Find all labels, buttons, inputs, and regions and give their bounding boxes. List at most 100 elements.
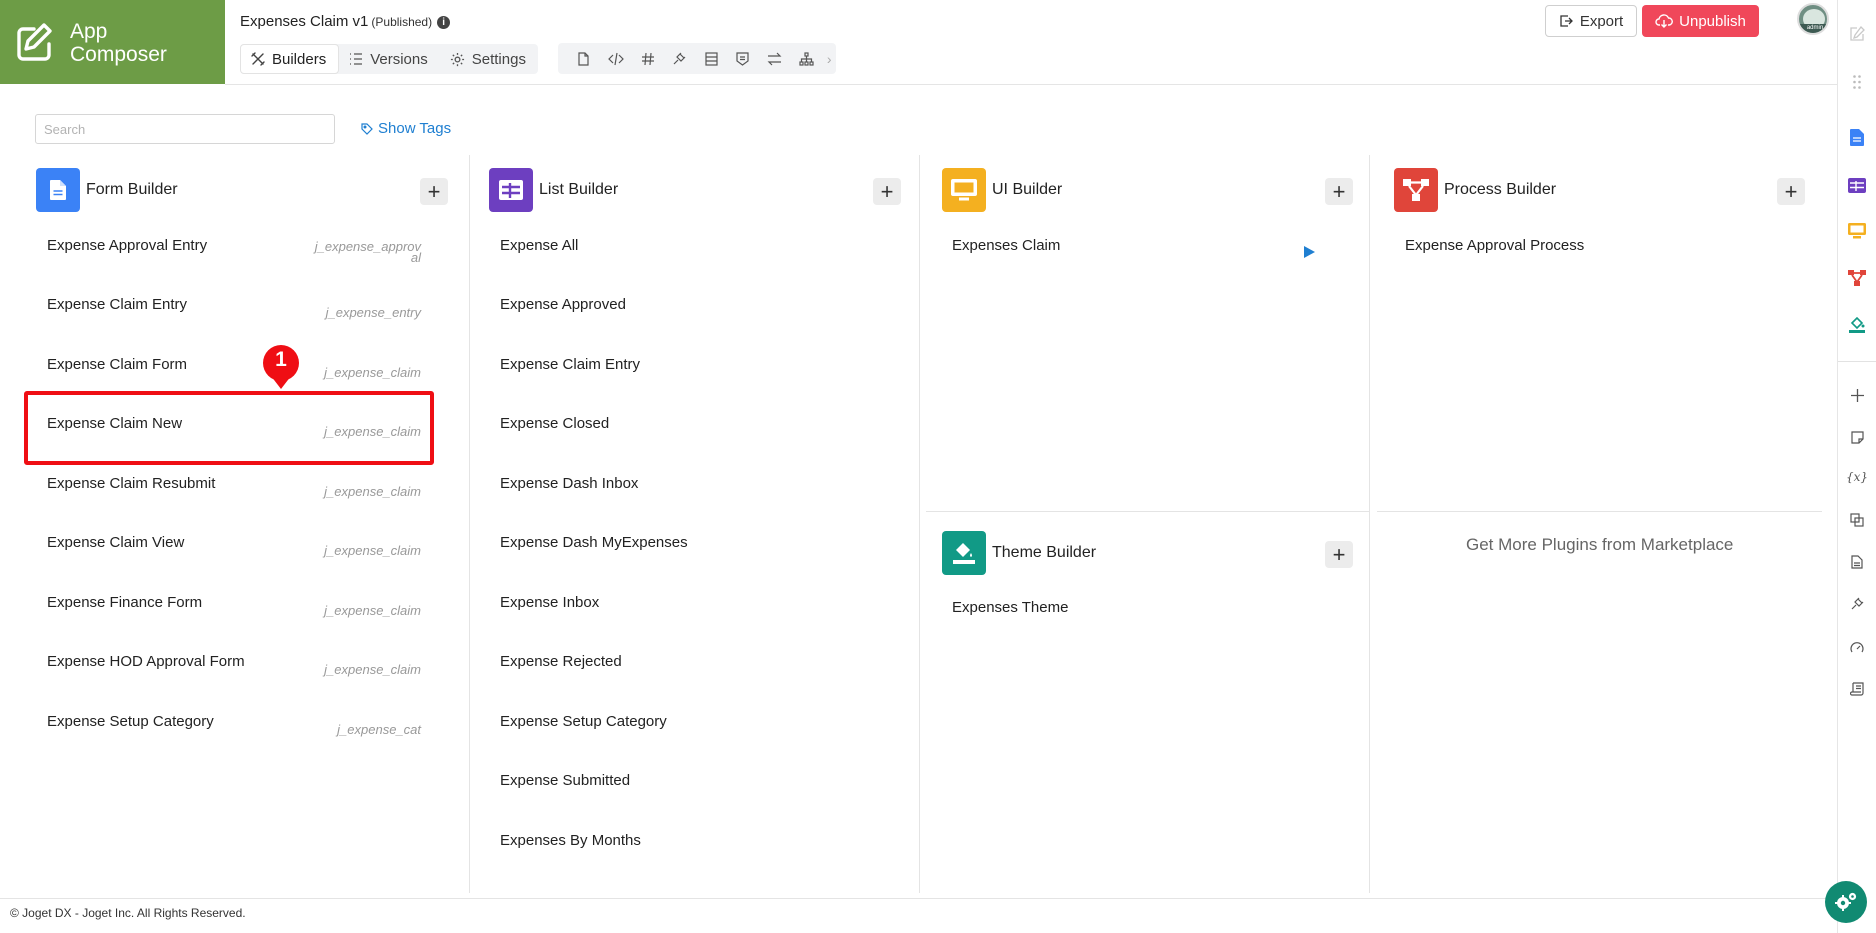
- right-sidebar: {x}: [1837, 0, 1876, 933]
- table-icon[interactable]: [695, 43, 727, 74]
- ui-item-expenses-claim[interactable]: Expenses Claim: [952, 237, 1060, 254]
- process-icon[interactable]: [1838, 266, 1876, 290]
- performance-icon[interactable]: [1838, 635, 1876, 659]
- unpublish-button[interactable]: Unpublish: [1642, 5, 1759, 37]
- drag-handle-icon[interactable]: [1838, 70, 1876, 94]
- show-tags-link[interactable]: Show Tags: [361, 120, 451, 137]
- step-callout-number: 1: [275, 348, 287, 371]
- form-item-expense-claim-resubmit[interactable]: Expense Claim Resubmit: [47, 475, 215, 492]
- ui-icon[interactable]: [1838, 219, 1876, 243]
- tab-builders-label: Builders: [272, 50, 327, 68]
- app-composer-logo[interactable]: App Composer: [0, 0, 225, 84]
- code-icon[interactable]: [600, 43, 632, 74]
- theme-icon[interactable]: [1838, 313, 1876, 337]
- ui-icon: [942, 168, 986, 212]
- form-item-tag: j_expense_claim: [324, 424, 421, 439]
- add-ui-button[interactable]: +: [1325, 178, 1353, 205]
- theme-builder-title: Theme Builder: [992, 544, 1097, 561]
- add-list-button[interactable]: +: [873, 178, 901, 205]
- form-item-expense-finance-form[interactable]: Expense Finance Form: [47, 594, 202, 611]
- form-item-tag: j_expense_claim: [324, 662, 421, 677]
- tab-versions[interactable]: Versions: [339, 44, 440, 74]
- form-builder-header: Form Builder: [36, 168, 178, 212]
- list-item-expense-setup-category[interactable]: Expense Setup Category: [500, 713, 667, 730]
- tab-builders[interactable]: Builders: [240, 44, 340, 74]
- section-divider: [926, 511, 1369, 512]
- file-icon[interactable]: [568, 43, 600, 74]
- document-icon[interactable]: [1838, 550, 1876, 574]
- step-callout-marker: 1: [262, 344, 300, 390]
- list-icon[interactable]: [1838, 173, 1876, 197]
- form-item-expense-claim-view[interactable]: Expense Claim View: [47, 534, 184, 551]
- app-status: (Published): [371, 15, 433, 29]
- tab-settings-label: Settings: [471, 50, 526, 68]
- play-icon[interactable]: [1304, 246, 1315, 258]
- variable-icon[interactable]: {x}: [1838, 465, 1876, 489]
- add-theme-button[interactable]: +: [1325, 541, 1353, 568]
- form-icon[interactable]: [1838, 125, 1876, 149]
- avatar[interactable]: admin: [1797, 3, 1829, 35]
- hash-icon[interactable]: [632, 43, 664, 74]
- form-item-expense-setup-category[interactable]: Expense Setup Category: [47, 713, 214, 730]
- form-item-expense-claim-entry[interactable]: Expense Claim Entry: [47, 296, 187, 313]
- header-divider: [225, 84, 1837, 85]
- marketplace-link[interactable]: Get More Plugins from Marketplace: [1466, 535, 1733, 555]
- chevron-right-icon[interactable]: ›: [823, 51, 837, 67]
- ui-builder-header: UI Builder: [942, 168, 1062, 212]
- export-label: Export: [1579, 12, 1624, 30]
- resources-icon[interactable]: [1838, 508, 1876, 532]
- add-form-button[interactable]: +: [420, 178, 448, 205]
- tag-icon: [361, 122, 373, 135]
- list-item-expenses-by-months[interactable]: Expenses By Months: [500, 832, 641, 849]
- form-item-tag: j_expense_approv al: [314, 239, 421, 265]
- list-item-expense-dash-myexpenses[interactable]: Expense Dash MyExpenses: [500, 534, 688, 551]
- builder-toolbar: ›: [558, 43, 836, 74]
- process-item-expense-approval-process[interactable]: Expense Approval Process: [1405, 237, 1584, 254]
- list-item-expense-submitted[interactable]: Expense Submitted: [500, 772, 630, 789]
- form-item-tag: j_expense_claim: [324, 484, 421, 499]
- info-icon[interactable]: i: [437, 16, 451, 29]
- list-item-expense-approved[interactable]: Expense Approved: [500, 296, 626, 313]
- badge-icon[interactable]: [727, 43, 759, 74]
- form-item-expense-claim-new[interactable]: Expense Claim New: [47, 415, 182, 432]
- swap-icon[interactable]: [759, 43, 791, 74]
- theme-item-expenses-theme[interactable]: Expenses Theme: [952, 599, 1068, 616]
- list-item-expense-claim-entry[interactable]: Expense Claim Entry: [500, 356, 640, 373]
- form-item-tag: j_expense_claim: [324, 603, 421, 618]
- gears-icon: [1835, 892, 1857, 911]
- list-item-expense-closed[interactable]: Expense Closed: [500, 415, 609, 432]
- form-item-expense-claim-form[interactable]: Expense Claim Form: [47, 356, 187, 373]
- list-item-expense-dash-inbox[interactable]: Expense Dash Inbox: [500, 475, 638, 492]
- form-item-tag: j_expense_claim: [324, 543, 421, 558]
- list-item-expense-inbox[interactable]: Expense Inbox: [500, 594, 599, 611]
- note-icon[interactable]: [1838, 425, 1876, 449]
- form-builder-title: Form Builder: [86, 181, 178, 198]
- list-builder-title: List Builder: [539, 181, 619, 198]
- form-icon: [36, 168, 80, 212]
- tab-settings[interactable]: Settings: [440, 44, 538, 74]
- section-divider: [1377, 511, 1822, 512]
- form-item-tag: j_expense_entry: [325, 305, 421, 320]
- form-item-expense-approval-entry[interactable]: Expense Approval Entry: [47, 237, 207, 254]
- theme-icon: [942, 531, 986, 575]
- add-process-button[interactable]: +: [1777, 178, 1805, 205]
- plugin-icon[interactable]: [1838, 592, 1876, 616]
- settings-fab[interactable]: [1825, 881, 1867, 923]
- form-item-tag: j_expense_claim: [324, 365, 421, 380]
- app-name: Expenses Claim v1: [240, 13, 369, 30]
- list-item-expense-all[interactable]: Expense All: [500, 237, 578, 254]
- plugin-icon[interactable]: [663, 43, 695, 74]
- search-input[interactable]: [35, 114, 335, 144]
- export-icon: [1560, 15, 1573, 27]
- edit-icon[interactable]: [1838, 22, 1876, 46]
- app-title: Expenses Claim v1 (Published) i: [240, 13, 451, 30]
- process-icon: [1394, 168, 1438, 212]
- list-item-expense-rejected[interactable]: Expense Rejected: [500, 653, 622, 670]
- form-item-expense-hod-approval-form[interactable]: Expense HOD Approval Form: [47, 653, 245, 670]
- log-icon[interactable]: [1838, 677, 1876, 701]
- export-button[interactable]: Export: [1545, 5, 1637, 37]
- plus-icon[interactable]: [1838, 383, 1876, 407]
- sitemap-icon[interactable]: [791, 43, 823, 74]
- logo-text-line1: App: [70, 20, 108, 43]
- column-divider: [1369, 155, 1370, 893]
